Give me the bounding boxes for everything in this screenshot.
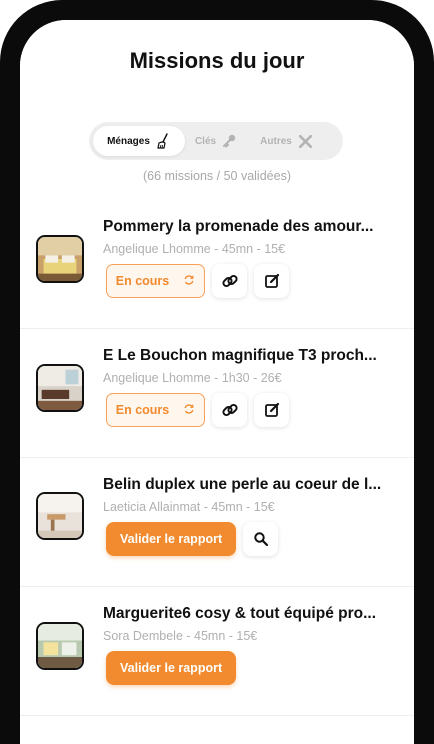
property-thumbnail xyxy=(36,364,84,412)
category-tabs: Ménages Clés Autres xyxy=(89,122,343,160)
tools-icon xyxy=(297,133,314,150)
link-icon xyxy=(220,271,240,291)
mission-title: Marguerite6 cosy & tout équipé pro... xyxy=(103,605,377,622)
mission-subtitle: Sora Dembele - 45mn - 15€ xyxy=(103,629,258,643)
status-button[interactable]: En cours xyxy=(106,264,205,298)
broom-icon xyxy=(155,133,171,149)
mission-actions: En cours xyxy=(106,393,289,427)
missions-summary: (66 missions / 50 validées) xyxy=(143,169,291,183)
mission-actions: Valider le rapport xyxy=(106,651,237,685)
mission-subtitle: Angelique Lhomme - 1h30 - 26€ xyxy=(103,371,282,385)
edit-button[interactable] xyxy=(254,264,289,298)
list-item[interactable]: E Le Bouchon magnifique T3 proch... Ange… xyxy=(20,329,414,458)
search-icon xyxy=(253,531,269,547)
tab-autres[interactable]: Autres xyxy=(247,126,327,156)
mission-title: E Le Bouchon magnifique T3 proch... xyxy=(103,347,377,364)
refresh-icon xyxy=(183,403,195,418)
validate-report-button[interactable]: Valider le rapport xyxy=(106,651,237,685)
edit-icon xyxy=(264,273,280,289)
refresh-icon xyxy=(183,274,195,289)
app-header: Missions du jour xyxy=(20,20,414,102)
edit-button[interactable] xyxy=(254,393,289,427)
list-item[interactable]: Pommery la promenade des amour... Angeli… xyxy=(20,200,414,329)
status-label: En cours xyxy=(115,274,170,288)
mission-title: Pommery la promenade des amour... xyxy=(103,218,374,235)
mission-actions: Valider le rapport xyxy=(106,522,279,556)
missions-content: Ménages Clés Autres (66 missions / 50 va… xyxy=(20,102,414,744)
mission-subtitle: Angelique Lhomme - 45mn - 15€ xyxy=(103,242,286,256)
key-icon xyxy=(221,133,237,149)
phone-frame: Missions du jour Ménages Clés Autres (66… xyxy=(0,0,434,744)
validate-report-button[interactable]: Valider le rapport xyxy=(106,522,237,556)
app-screen: Missions du jour Ménages Clés Autres (66… xyxy=(20,20,414,744)
tab-label: Clés xyxy=(194,135,217,147)
mission-subtitle: Laeticia Allainmat - 45mn - 15€ xyxy=(103,500,275,514)
list-item[interactable]: Belin duplex une perle au coeur de l... … xyxy=(20,458,414,587)
property-thumbnail xyxy=(36,235,84,283)
page-title: Missions du jour xyxy=(129,48,305,73)
property-thumbnail xyxy=(36,622,84,670)
status-label: En cours xyxy=(115,403,170,417)
share-link-button[interactable] xyxy=(212,264,247,298)
list-item[interactable]: Marguerite6 cosy & tout équipé pro... So… xyxy=(20,587,414,716)
status-button[interactable]: En cours xyxy=(106,393,205,427)
mission-title: Belin duplex une perle au coeur de l... xyxy=(103,476,382,493)
tab-cles[interactable]: Clés xyxy=(185,126,247,156)
tab-label: Ménages xyxy=(107,135,150,147)
edit-icon xyxy=(264,402,280,418)
mission-actions: En cours xyxy=(106,264,289,298)
view-report-button[interactable] xyxy=(243,522,279,556)
link-icon xyxy=(220,400,240,420)
tab-label: Autres xyxy=(260,135,292,147)
share-link-button[interactable] xyxy=(212,393,247,427)
tab-menages[interactable]: Ménages xyxy=(93,126,185,156)
property-thumbnail xyxy=(36,492,84,540)
